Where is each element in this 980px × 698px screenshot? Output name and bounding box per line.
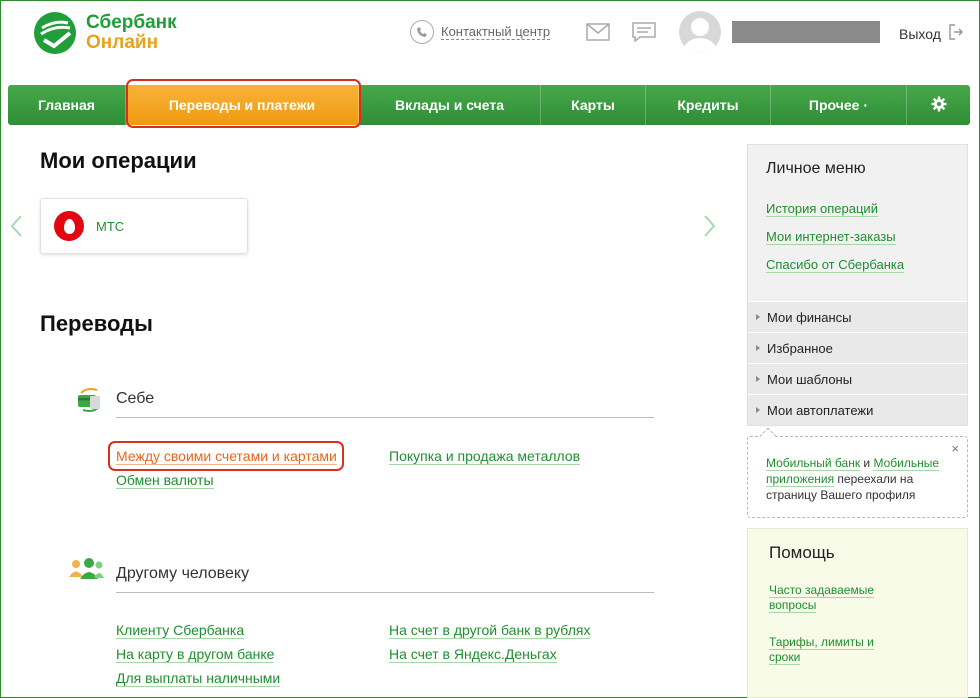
menu-section-label: Избранное (767, 340, 833, 356)
link-faq[interactable]: Часто задаваемые вопросы (769, 583, 899, 613)
sberbank-logo[interactable]: Сбербанк Онлайн (32, 10, 177, 56)
logo-text-line1: Сбербанк (86, 12, 177, 33)
section-other-person-title: Другому человеку (116, 565, 250, 582)
chevron-left-icon[interactable] (9, 214, 23, 243)
nav-item-label: Главная (38, 97, 95, 113)
nav-item-label: Прочее (808, 97, 860, 113)
section-self-title: Себе (116, 390, 155, 407)
caret-right-icon (756, 407, 760, 413)
nav-item-label: Кредиты (677, 97, 739, 113)
people-icon (69, 557, 105, 586)
link-spasibo[interactable]: Спасибо от Сбербанка (766, 257, 905, 273)
link-currency-exchange[interactable]: Обмен валюты (116, 472, 214, 489)
operation-card-label: МТС (96, 218, 125, 234)
link-tariffs-label: Тарифы, лимиты и сроки (769, 635, 874, 665)
menu-section-label: Мои финансы (767, 309, 852, 325)
nav-highlight-frame (126, 79, 361, 128)
link-cash-payout[interactable]: Для выплаты наличными (116, 670, 281, 687)
mobile-moved-notice: × Мобильный банк и Мобильные приложения … (747, 427, 968, 518)
nav-item-label: Карты (571, 97, 615, 113)
menu-section-autopayments[interactable]: Мои автоплатежи (748, 394, 967, 425)
card-exchange-icon (75, 385, 105, 420)
link-other-bank-rub[interactable]: На счет в другой банк в рублях (389, 622, 591, 639)
section-divider (116, 417, 654, 418)
contact-center-label: Контактный центр (441, 24, 551, 40)
sberbank-logo-icon (34, 12, 76, 54)
operation-card-mts[interactable]: МТС (40, 198, 248, 254)
mail-icon[interactable] (586, 23, 610, 46)
nav-item-other[interactable]: Прочее · (771, 85, 907, 125)
close-icon[interactable]: × (951, 441, 959, 457)
menu-section-favorites[interactable]: Избранное (748, 332, 967, 363)
logo-text-line2: Онлайн (86, 32, 159, 53)
link-card-other-bank[interactable]: На карту в другом банке (116, 646, 275, 663)
avatar[interactable] (679, 11, 721, 53)
phone-icon (410, 20, 434, 44)
chevron-down-icon: · (863, 97, 869, 113)
link-highlight-frame (108, 441, 344, 471)
link-faq-label: Часто задаваемые вопросы (769, 583, 875, 613)
nav-item-deposits-accounts[interactable]: Вклады и счета (359, 85, 541, 125)
personal-menu: Личное меню История операций Мои интерне… (747, 144, 968, 426)
transfers-title: Переводы (40, 311, 153, 336)
gear-icon (931, 96, 947, 115)
menu-section-my-finances[interactable]: Мои финансы (748, 301, 967, 332)
nav-item-label: Вклады и счета (395, 97, 504, 113)
exit-icon (949, 24, 963, 43)
help-title: Помощь (769, 543, 835, 562)
menu-section-templates[interactable]: Мои шаблоны (748, 363, 967, 394)
personal-menu-title: Личное меню (766, 160, 866, 177)
caret-right-icon (756, 314, 760, 320)
menu-section-label: Мои автоплатежи (767, 402, 874, 418)
link-tariffs[interactable]: Тарифы, лимиты и сроки (769, 635, 899, 665)
logout-label: Выход (899, 25, 941, 42)
link-mobile-bank[interactable]: Мобильный банк (766, 456, 861, 471)
username-redacted[interactable] (732, 21, 880, 43)
menu-section-label: Мои шаблоны (767, 371, 853, 387)
section-divider (116, 592, 654, 593)
link-internet-orders[interactable]: Мои интернет-заказы (766, 229, 896, 245)
mts-logo-icon (54, 211, 84, 241)
nav-item-settings[interactable] (907, 85, 970, 125)
nav-item-cards[interactable]: Карты (541, 85, 646, 125)
link-yandex-money[interactable]: На счет в Яндекс.Деньгах (389, 646, 557, 663)
nav-item-credits[interactable]: Кредиты (646, 85, 771, 125)
my-operations-title: Мои операции (40, 148, 197, 173)
logout-button[interactable]: Выход (899, 24, 963, 43)
caret-right-icon (756, 345, 760, 351)
chevron-right-icon[interactable] (703, 214, 717, 243)
link-metals[interactable]: Покупка и продажа металлов (389, 448, 581, 465)
help-panel: Помощь Часто задаваемые вопросы Тарифы, … (747, 528, 968, 698)
link-operations-history[interactable]: История операций (766, 201, 878, 217)
chat-icon[interactable] (631, 21, 657, 48)
caret-right-icon (756, 376, 760, 382)
contact-center-link[interactable]: Контактный центр (410, 20, 551, 44)
notice-and: и (860, 456, 874, 470)
nav-item-home[interactable]: Главная (8, 85, 126, 125)
link-sber-client[interactable]: Клиенту Сбербанка (116, 622, 245, 639)
